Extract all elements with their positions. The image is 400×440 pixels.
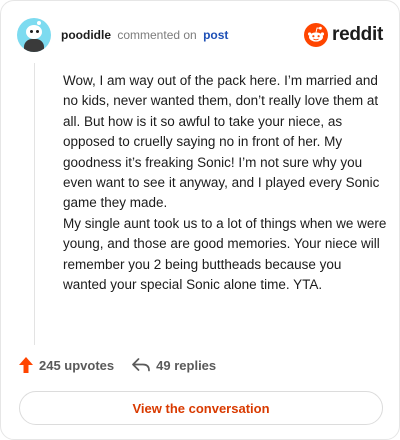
replies-count: 49 replies <box>156 357 217 373</box>
avatar[interactable] <box>17 18 51 52</box>
comment-body: Wow, I am way out of the pack here. I’m … <box>63 71 387 295</box>
reddit-logo[interactable]: reddit <box>304 23 383 47</box>
reddit-wordmark: reddit <box>332 24 383 45</box>
comment-meta: poodidle commented on post <box>61 28 228 42</box>
upvote-arrow-icon <box>19 357 33 373</box>
comment-stats: 245 upvotes 49 replies <box>19 357 216 373</box>
thread-line <box>34 63 35 345</box>
avatar-head <box>26 25 42 39</box>
view-conversation-button[interactable]: View the conversation <box>19 391 383 425</box>
comment-header: poodidle commented on post reddit <box>17 17 383 53</box>
embedded-comment-card: poodidle commented on post reddit Wow, I… <box>0 0 400 440</box>
avatar-antenna <box>37 21 41 25</box>
upvotes-stat[interactable]: 245 upvotes <box>19 357 114 373</box>
avatar-body <box>24 39 44 52</box>
comment-paragraph: My single aunt took us to a lot of thing… <box>63 215 387 293</box>
post-link[interactable]: post <box>203 28 228 42</box>
upvotes-count: 245 upvotes <box>39 357 115 373</box>
action-text: commented on <box>117 28 197 42</box>
avatar-eye <box>30 30 33 33</box>
reply-arrow-icon <box>132 358 151 372</box>
reddit-snoo-icon <box>304 23 329 47</box>
avatar-eye <box>36 30 39 33</box>
comment-paragraph: Wow, I am way out of the pack here. I’m … <box>63 73 380 211</box>
username-link[interactable]: poodidle <box>61 28 111 42</box>
replies-stat[interactable]: 49 replies <box>132 358 216 373</box>
